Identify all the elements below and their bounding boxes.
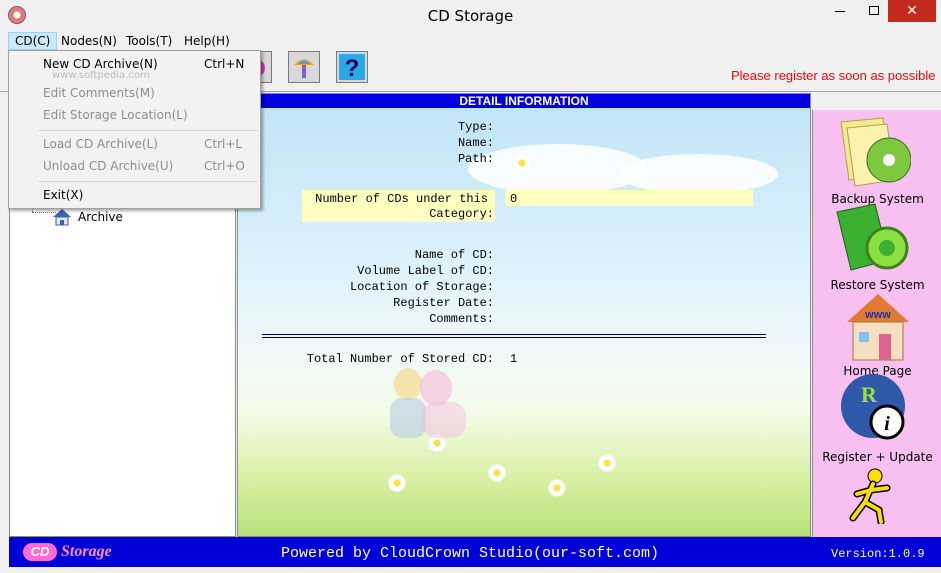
- flower-decoration: [598, 454, 616, 472]
- status-bar: CD Storage Powered by CloudCrown Studio(…: [9, 537, 941, 567]
- menu-item-shortcut: Ctrl+N: [204, 57, 245, 71]
- type-label: Type:: [457, 120, 494, 134]
- menu-item-label: Load CD Archive(L): [43, 137, 158, 151]
- menu-nodes[interactable]: Nodes(N): [55, 32, 123, 50]
- menu-cd[interactable]: CD(C): [8, 32, 58, 50]
- menu-item-shortcut: Ctrl+O: [204, 159, 245, 173]
- num-cds-label-cont: Category:: [429, 207, 494, 221]
- register-update-button[interactable]: Register + Update: [813, 450, 941, 464]
- menu-item-label: Exit(X): [43, 188, 84, 202]
- section-divider: [262, 334, 766, 338]
- location-label: Location of Storage:: [349, 280, 494, 294]
- menu-item-label: Unload CD Archive(U): [43, 159, 174, 173]
- num-cds-value-bg: [505, 190, 753, 206]
- name-label: Name:: [457, 136, 494, 150]
- total-cds-value: 1: [510, 352, 518, 366]
- powered-by-text: Powered by CloudCrown Studio(our-soft.co…: [281, 545, 660, 562]
- title-bar: CD Storage ✕: [0, 0, 941, 31]
- background-cloud: [618, 154, 778, 194]
- total-cds-label: Total Number of Stored CD:: [306, 352, 494, 366]
- close-button[interactable]: ✕: [888, 0, 936, 22]
- num-cds-value: 0: [510, 192, 518, 206]
- num-cds-label: Number of CDs under this: [315, 192, 488, 206]
- menu-separator: [39, 130, 257, 131]
- tool-sidebar: Backup System Restore System www Home Pa…: [812, 110, 941, 537]
- menu-item-load-cd-archive: Load CD Archive(L) Ctrl+L: [10, 134, 259, 154]
- menu-bar: CD(C) Nodes(N) Tools(T) Help(H): [0, 31, 941, 50]
- menu-item-edit-storage-location: Edit Storage Location(L): [10, 105, 259, 125]
- register-update-icon[interactable]: R i: [839, 372, 911, 446]
- menu-separator: [39, 181, 257, 182]
- flower-decoration: [388, 474, 406, 492]
- home-icon: [53, 209, 71, 226]
- comments-label: Comments:: [429, 312, 494, 326]
- svg-text:i: i: [884, 413, 890, 435]
- menu-tools[interactable]: Tools(T): [120, 32, 178, 50]
- menu-item-shortcut: Ctrl+L: [204, 137, 243, 151]
- restore-system-icon[interactable]: [831, 202, 911, 276]
- menu-item-label: Edit Storage Location(L): [43, 108, 188, 122]
- detail-header: DETAIL INFORMATION: [238, 94, 810, 108]
- menu-item-exit[interactable]: Exit(X): [10, 185, 259, 205]
- flower-decoration: [488, 464, 506, 482]
- register-date-label: Register Date:: [393, 296, 494, 310]
- paint-brush-icon: [294, 59, 314, 78]
- maximize-icon: [869, 6, 879, 15]
- svg-text:R: R: [861, 382, 878, 407]
- detail-panel: DETAIL INFORMATION Type: Name: Path: Num…: [237, 93, 811, 537]
- svg-text:www: www: [864, 309, 891, 321]
- minimize-icon: [835, 11, 845, 12]
- help-icon: ?: [339, 54, 365, 82]
- backup-system-icon[interactable]: [831, 114, 911, 192]
- menu-help[interactable]: Help(H): [178, 32, 236, 50]
- tree-item-archive[interactable]: Archive: [78, 210, 123, 224]
- svg-text:?: ?: [345, 55, 360, 82]
- version-text: Version:1.0.9: [831, 547, 925, 561]
- maximize-button[interactable]: [860, 0, 888, 22]
- menu-item-unload-cd-archive: Unload CD Archive(U) Ctrl+O: [10, 156, 259, 176]
- minimize-button[interactable]: [826, 0, 854, 22]
- path-label: Path:: [457, 152, 494, 166]
- toolbar-paint-button[interactable]: [288, 51, 320, 83]
- menu-item-edit-comments: Edit Comments(M): [10, 83, 259, 103]
- volume-label: Volume Label of CD:: [357, 264, 494, 278]
- running-man-icon[interactable]: [847, 468, 897, 524]
- window-title: CD Storage: [427, 7, 514, 25]
- home-page-icon[interactable]: www: [845, 290, 911, 362]
- logo-text: Storage: [61, 543, 112, 560]
- flower-decoration: [548, 479, 566, 497]
- flower-decoration: [513, 154, 531, 172]
- logo-cd-badge: CD: [23, 543, 57, 561]
- register-message: Please register as soon as possible: [731, 68, 936, 83]
- softpedia-watermark: www.softpedia.com: [52, 70, 150, 81]
- menu-item-label: Edit Comments(M): [43, 86, 155, 100]
- toolbar-help-button[interactable]: ?: [336, 51, 368, 83]
- couple-illustration: [390, 368, 466, 438]
- cd-name-label: Name of CD:: [414, 248, 494, 262]
